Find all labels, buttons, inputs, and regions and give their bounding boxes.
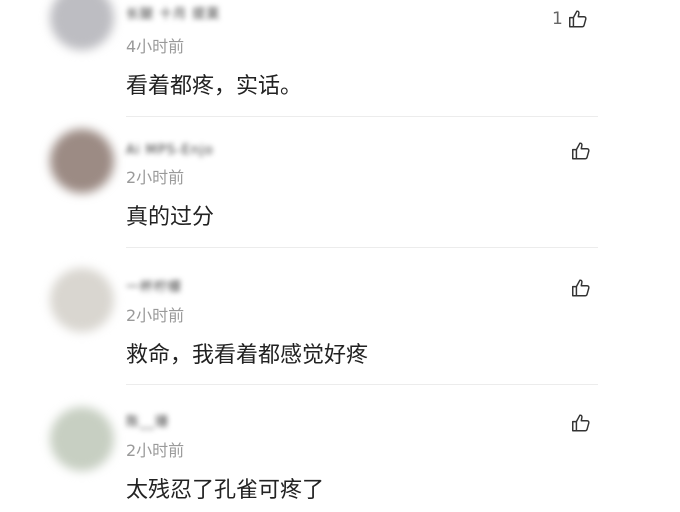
like-button[interactable]: 1	[552, 6, 589, 32]
comment-item: Ai MPS-Enjo 2小时前 真的过分	[0, 117, 680, 247]
like-button[interactable]	[566, 275, 592, 301]
thumbs-up-icon	[572, 414, 590, 432]
comment-time: 2小时前	[126, 441, 185, 460]
comment-text: 真的过分	[126, 205, 215, 230]
comment-item: 一杯柠檬 2小时前 救命，我看着都感觉好疼	[0, 248, 680, 384]
comment-item: 陈__珊 2小时前 太残忍了孔雀可疼了	[0, 385, 680, 512]
username[interactable]: Ai MPS-Enjo	[126, 142, 214, 160]
comment-time: 2小时前	[126, 306, 185, 325]
comment-text: 看着都疼，实话。	[126, 74, 303, 99]
username[interactable]: 陈__珊	[126, 414, 169, 432]
comment-text: 太残忍了孔雀可疼了	[126, 478, 325, 503]
comment-list: 长腿 十月 提莫 4小时前 看着都疼，实话。 1 Ai MPS-Enjo 2小时…	[0, 0, 680, 512]
avatar[interactable]	[50, 0, 114, 50]
username[interactable]: 一杯柠檬	[126, 279, 182, 297]
comment-time: 4小时前	[126, 37, 185, 56]
like-button[interactable]	[566, 138, 592, 164]
avatar[interactable]	[50, 129, 114, 193]
avatar[interactable]	[50, 407, 114, 471]
avatar[interactable]	[50, 268, 114, 332]
thumbs-up-icon	[572, 142, 590, 160]
thumbs-up-icon	[568, 10, 587, 28]
username[interactable]: 长腿 十月 提莫	[126, 6, 220, 24]
comment-time: 2小时前	[126, 168, 185, 187]
comment-item: 长腿 十月 提莫 4小时前 看着都疼，实话。 1	[0, 0, 680, 116]
thumbs-up-icon	[572, 279, 590, 297]
comment-text: 救命，我看着都感觉好疼	[126, 343, 369, 368]
like-count: 1	[552, 9, 563, 29]
like-button[interactable]	[566, 410, 592, 436]
